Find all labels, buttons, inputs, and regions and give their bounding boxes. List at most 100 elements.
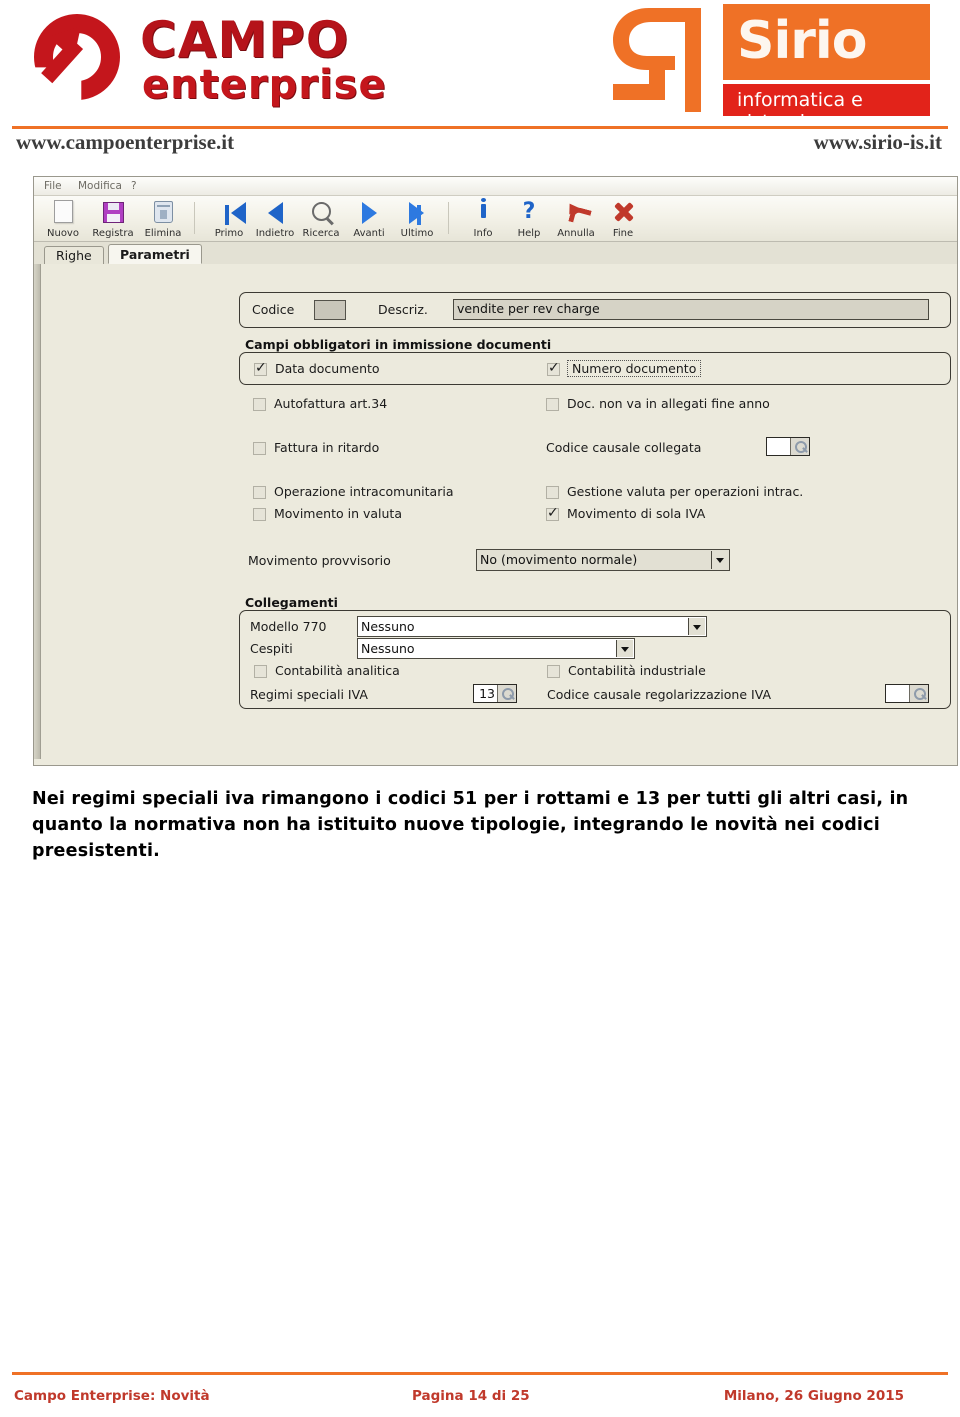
red-x-close-icon [613,200,633,222]
toolbar-button-avanti[interactable]: Avanti [346,198,392,240]
toolbar: Nuovo Registra Elimina Primo Indietro Ri… [34,196,957,242]
label-doc-non-va-allegati: Doc. non va in allegati fine anno [567,396,770,411]
codice-causale-regolarizzazione-input[interactable] [885,684,929,703]
footer-right-date: Milano, 26 Giugno 2015 [723,1388,904,1404]
checkbox-autofattura-art34[interactable] [253,398,266,411]
menu-item-file[interactable]: File [44,180,62,192]
label-regimi-speciali-iva: Regimi speciali IVA [250,687,368,702]
checkbox-contabilita-analitica[interactable] [254,665,267,678]
label-autofattura-art34: Autofattura art.34 [274,396,388,411]
menu-item-modifica[interactable]: Modifica [78,180,122,192]
label-modello-770: Modello 770 [250,619,327,634]
toolbar-separator [194,202,195,234]
lookup-magnifier-icon[interactable] [909,685,928,702]
undo-arrow-icon [566,200,586,222]
toolbar-label: Help [517,228,541,239]
toolbar-button-fine[interactable]: Fine [600,198,646,240]
lookup-magnifier-icon[interactable] [790,438,809,455]
sirio-logo-line1: Sirio [737,11,867,71]
label-codice-causale-collegata: Codice causale collegata [546,440,702,455]
toolbar-button-registra[interactable]: Registra [90,198,136,240]
header-url-right: www.sirio-is.it [813,130,942,154]
chevron-down-icon[interactable] [688,618,705,635]
tab-righe[interactable]: Righe [44,246,104,264]
footer-center-page-number: Pagina 14 di 25 [412,1388,530,1404]
last-record-icon [407,202,427,225]
campo-logo-line1: CAMPO [140,11,350,69]
label-cespiti: Cespiti [250,641,293,656]
sirio-s-mark-icon [605,4,715,116]
codice-input[interactable] [314,300,346,320]
body-paragraph: Nei regimi speciali iva rimangono i codi… [32,789,909,861]
checkbox-movimento-in-valuta[interactable] [253,508,266,521]
checkbox-gestione-valuta-intrac[interactable] [546,486,559,499]
checkbox-data-documento[interactable] [254,360,267,376]
checkbox-doc-non-va-allegati[interactable] [546,398,559,411]
new-page-icon [53,200,73,223]
toolbar-button-nuovo[interactable]: Nuovo [40,198,86,240]
application-window: File Modifica ? Nuovo Registra Elimina P… [33,176,958,766]
label-movimento-sola-iva: Movimento di sola IVA [567,506,706,521]
lookup-magnifier-icon[interactable] [497,685,516,702]
question-mark-help-icon: ? [522,199,536,224]
toolbar-button-annulla[interactable]: Annulla [553,198,599,240]
sirio-logo: Sirio informatica e sistemi [605,4,930,133]
toolbar-label: Avanti [353,228,385,239]
panel-collegamenti: Modello 770 Nessuno Cespiti Nessuno Cont… [239,610,951,709]
toolbar-label: Nuovo [47,228,79,239]
label-contabilita-analitica: Contabilità analitica [275,663,400,678]
header-divider [12,126,948,129]
toolbar-label: Info [473,228,493,239]
checkbox-movimento-sola-iva[interactable] [546,505,559,521]
toolbar-label: Fine [612,228,634,239]
label-data-documento: Data documento [275,361,380,376]
previous-record-icon [265,200,285,224]
checkbox-numero-documento[interactable] [547,360,560,376]
trash-delete-icon [153,200,173,223]
chevron-down-icon[interactable] [616,640,633,657]
toolbar-label: Registra [92,228,134,239]
toolbar-button-indietro[interactable]: Indietro [252,198,298,240]
modello-770-select[interactable]: Nessuno [357,616,707,637]
regimi-speciali-iva-input[interactable]: 13 [473,684,517,703]
cespiti-select[interactable]: Nessuno [357,638,635,659]
toolbar-button-ricerca[interactable]: Ricerca [298,198,344,240]
header-url-left: www.campoenterprise.it [16,130,235,154]
toolbar-label: Elimina [144,228,182,239]
form-canvas: Codice Descriz. vendite per rev charge C… [41,264,957,765]
checkbox-operazione-intracomunitaria[interactable] [253,486,266,499]
campo-enterprise-logo: CAMPO enterprise [28,6,386,114]
group-title-campi-obbligatori: Campi obbligatori in immissione document… [245,337,552,352]
label-contabilita-industriale: Contabilità industriale [568,663,706,678]
toolbar-button-help[interactable]: ? Help [506,198,552,240]
codice-causale-collegata-input[interactable] [766,437,810,456]
menu-item-help[interactable]: ? [131,180,137,192]
next-record-icon [359,200,379,224]
label-numero-documento: Numero documento [567,360,702,377]
toolbar-label: Annulla [557,228,595,239]
tab-parametri[interactable]: Parametri [108,244,202,264]
left-gutter-scrollbar[interactable] [34,264,41,759]
toolbar-button-info[interactable]: Info [460,198,506,240]
descrizione-input[interactable]: vendite per rev charge [453,299,929,320]
sirio-logo-title-box: Sirio [723,4,930,80]
toolbar-label: Ricerca [302,228,340,239]
movimento-provvisorio-select[interactable]: No (movimento normale) [476,549,730,571]
checkbox-fattura-in-ritardo[interactable] [253,442,266,455]
checkbox-contabilita-industriale[interactable] [547,665,560,678]
panel-codice-descrizione: Codice Descriz. vendite per rev charge [239,292,951,328]
toolbar-label: Ultimo [400,228,434,239]
floppy-save-icon [103,200,124,223]
sirio-logo-subtitle-box: informatica e sistemi [723,84,930,133]
toolbar-button-elimina[interactable]: Elimina [140,198,186,240]
footer-left: Campo Enterprise: Novità [14,1388,210,1404]
label-codice: Codice [252,302,295,317]
chevron-down-icon[interactable] [711,551,728,569]
toolbar-label: Indietro [255,228,295,239]
toolbar-button-ultimo[interactable]: Ultimo [394,198,440,240]
toolbar-separator [448,202,449,234]
label-movimento-provvisorio: Movimento provvisorio [248,553,391,568]
label-fattura-in-ritardo: Fattura in ritardo [274,440,380,455]
label-movimento-in-valuta: Movimento in valuta [274,506,402,521]
toolbar-button-primo[interactable]: Primo [206,198,252,240]
